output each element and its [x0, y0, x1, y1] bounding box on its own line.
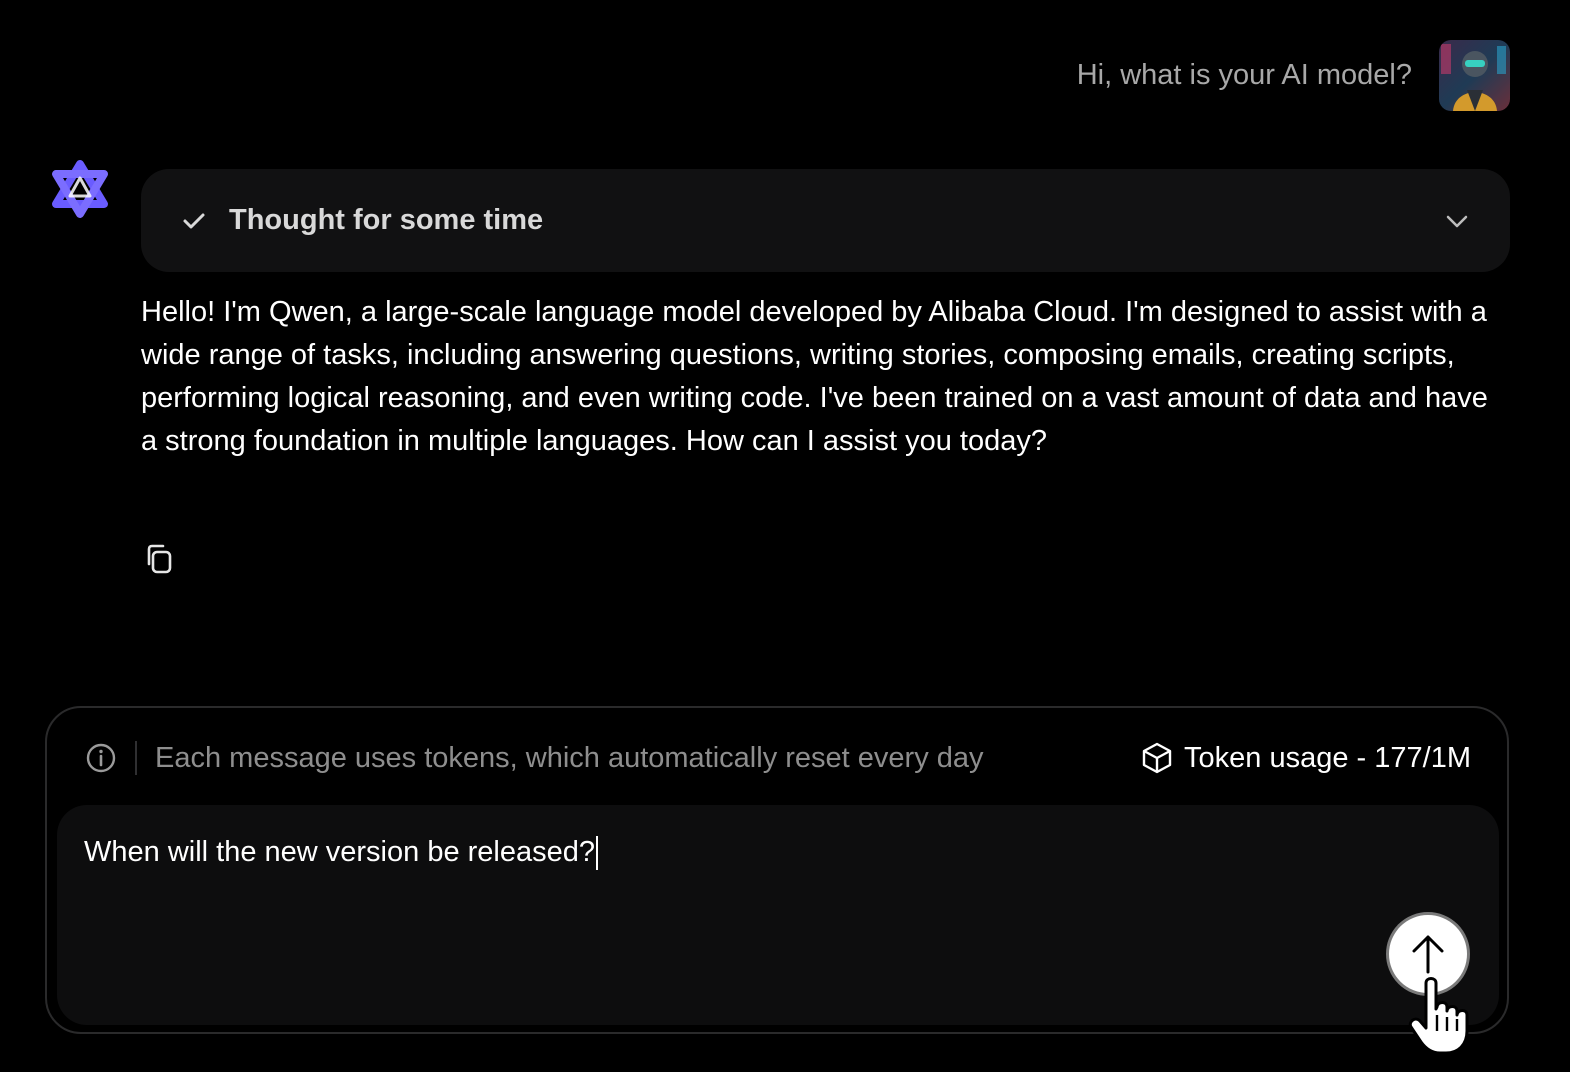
- token-info-text: Each message uses tokens, which automati…: [155, 741, 984, 774]
- chevron-down-icon[interactable]: [1444, 208, 1470, 234]
- message-input[interactable]: When will the new version be released?: [57, 805, 1499, 1025]
- check-icon: [183, 213, 205, 228]
- user-message: Hi, what is your AI model?: [1077, 40, 1510, 111]
- token-info-row: Each message uses tokens, which automati…: [85, 738, 1471, 778]
- user-message-text: Hi, what is your AI model?: [1076, 59, 1412, 91]
- token-usage: Token usage - 177/1M: [1184, 741, 1471, 774]
- info-icon[interactable]: [85, 742, 117, 774]
- copy-icon[interactable]: [142, 541, 176, 577]
- qwen-logo-icon: [52, 160, 108, 218]
- thought-label: Thought for some time: [229, 204, 544, 236]
- message-input-value[interactable]: When will the new version be released?: [84, 836, 598, 871]
- text-caret: [596, 836, 598, 871]
- divider: [135, 741, 137, 775]
- chat-page: Hi, what is your AI model? Thought for s…: [0, 0, 1570, 1072]
- user-avatar[interactable]: [1439, 40, 1510, 111]
- arrow-up-icon: [1412, 935, 1444, 974]
- pointer-hand-icon: [1408, 977, 1469, 1055]
- thought-toggle[interactable]: Thought for some time: [141, 169, 1510, 272]
- assistant-answer: Hello! I'm Qwen, a large-scale language …: [141, 296, 1488, 457]
- composer-panel: Each message uses tokens, which automati…: [45, 706, 1509, 1034]
- cube-icon: [1142, 742, 1172, 774]
